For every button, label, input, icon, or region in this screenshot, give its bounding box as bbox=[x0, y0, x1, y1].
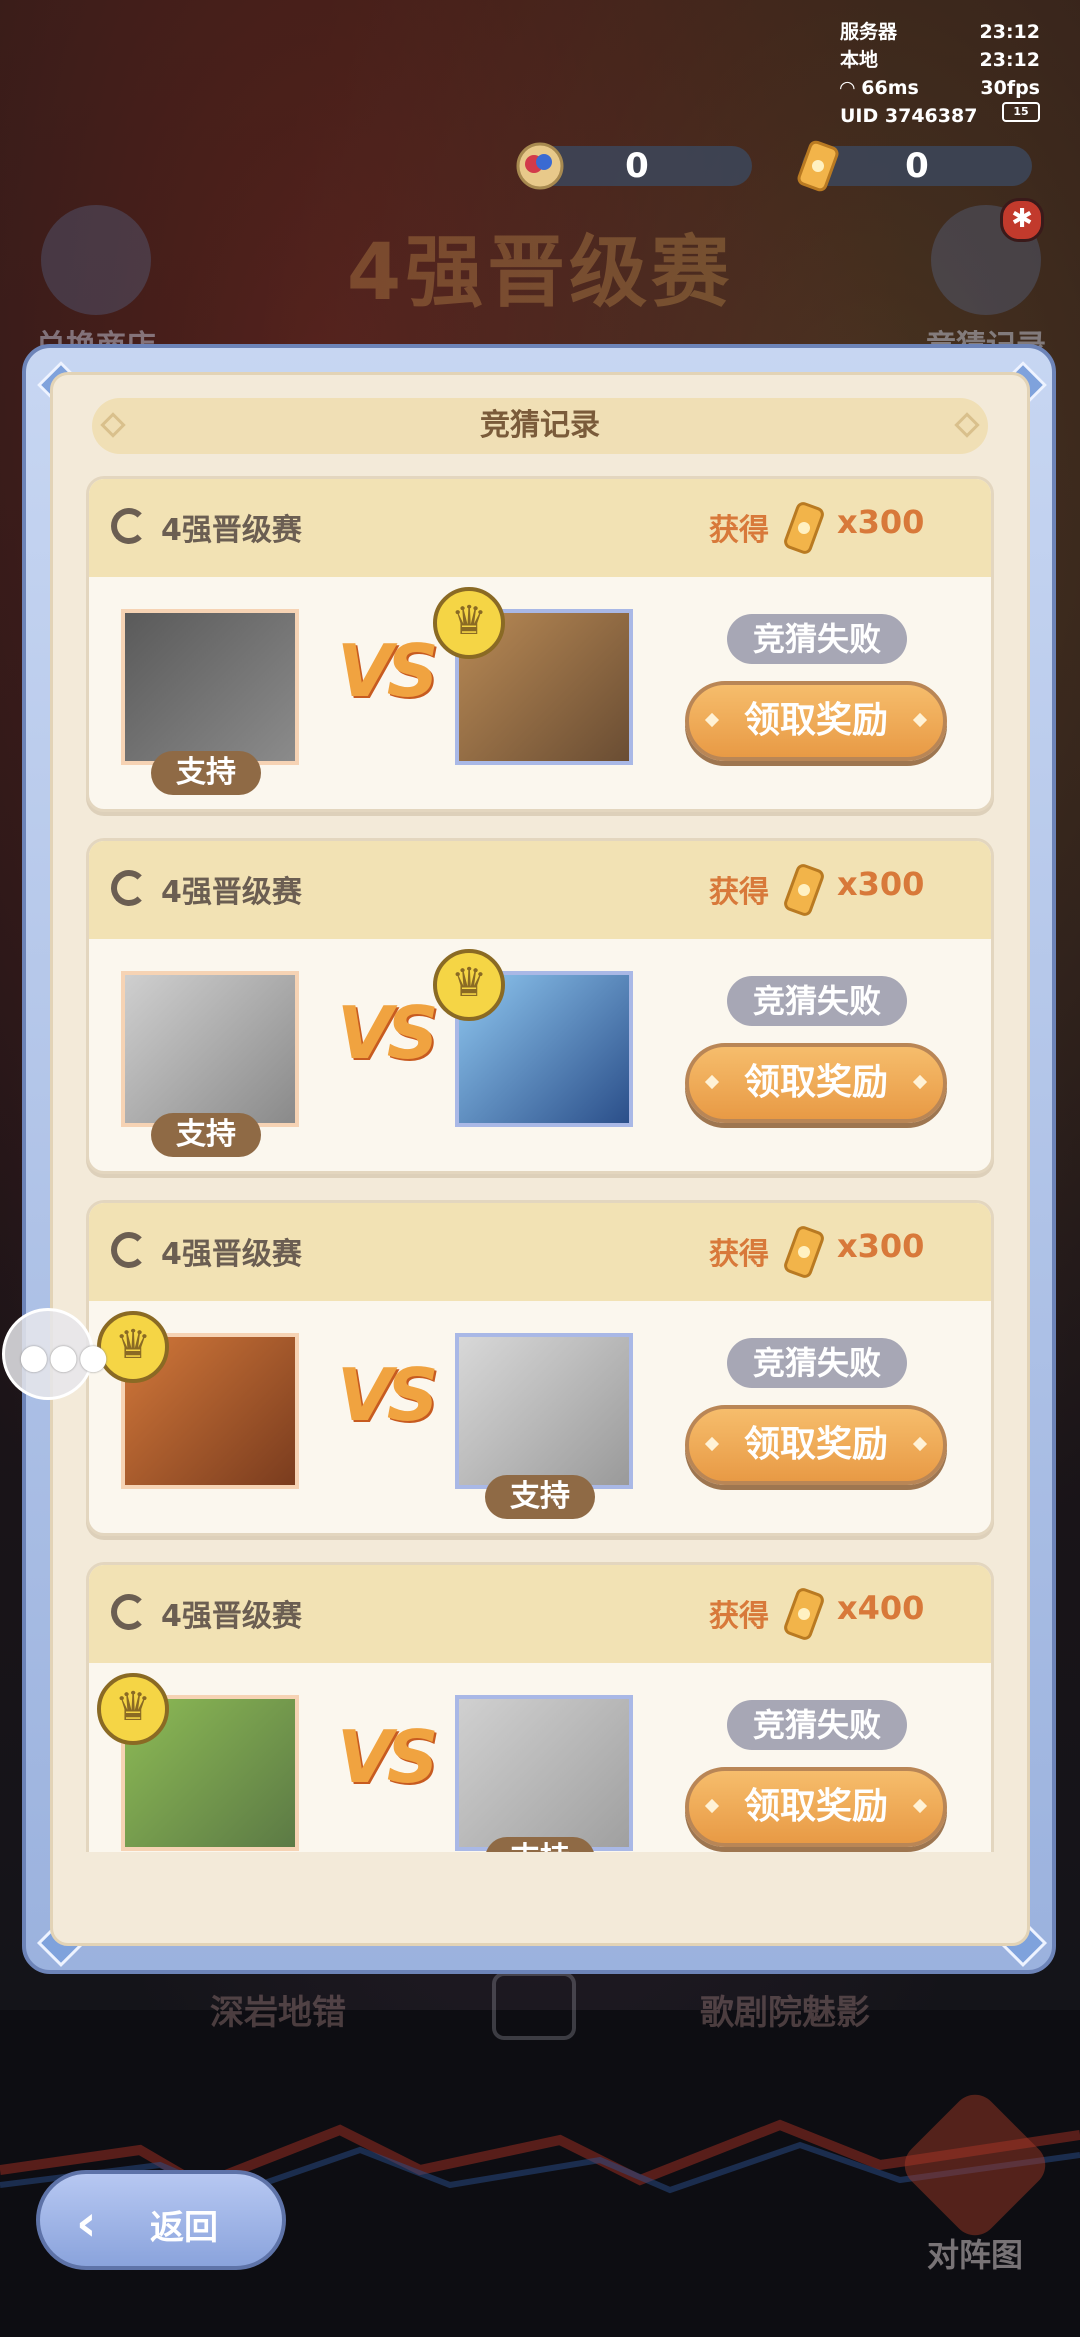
vs-icon: VS bbox=[337, 629, 439, 713]
back-label: 返回 bbox=[150, 2208, 218, 2248]
sparkle-icon bbox=[912, 1798, 928, 1814]
play-icon bbox=[492, 1972, 576, 2040]
panel-title: 竞猜记录 bbox=[480, 408, 600, 443]
status-overlay: 服务器 23:12 本地 23:12 ◠ 66ms 30fps UID 3746387… bbox=[840, 18, 1040, 130]
local-time: 23:12 bbox=[979, 49, 1040, 71]
ticket-icon bbox=[797, 140, 839, 192]
support-tag: 支持 bbox=[151, 1113, 261, 1157]
server-time: 23:12 bbox=[979, 21, 1040, 43]
gain-quantity: x400 bbox=[837, 1589, 925, 1627]
ticket-icon bbox=[784, 864, 824, 916]
ping-value: 66ms bbox=[861, 77, 919, 99]
bottom-left-faded-label: 深岩地错 bbox=[210, 1993, 346, 2033]
uid-label: UID 3746387 bbox=[840, 105, 978, 127]
ticket-icon bbox=[784, 1226, 824, 1278]
guess-result-badge: 竞猜失败 bbox=[727, 614, 907, 664]
medal-icon bbox=[111, 508, 147, 544]
claim-reward-label: 领取奖励 bbox=[743, 1786, 888, 1827]
support-tag: 支持 bbox=[485, 1837, 595, 1852]
record-list[interactable]: 4强晋级赛 获得 x300 VS 支持 ♛ 竞猜失败 领取奖励 4强晋级赛 获得 x300 VS 支持… bbox=[86, 476, 994, 1852]
record-card-header: 4强晋级赛 获得 x400 bbox=[89, 1565, 991, 1663]
server-label: 服务器 bbox=[840, 21, 898, 43]
left-contestant-portrait bbox=[121, 609, 299, 765]
record-card: 4强晋级赛 获得 x300 VS 支持 ♛ 竞猜失败领取奖励 bbox=[86, 476, 994, 812]
gain-label: 获得 bbox=[709, 1599, 769, 1634]
match-title: 4强晋级赛 bbox=[161, 1237, 302, 1272]
chat-button[interactable]: ●●● bbox=[2, 1308, 108, 1400]
vs-icon: VS bbox=[337, 1353, 439, 1437]
gem-currency-value: 0 bbox=[625, 146, 649, 186]
claim-reward-label: 领取奖励 bbox=[743, 1062, 888, 1103]
claim-reward-button[interactable]: 领取奖励 bbox=[685, 1767, 947, 1847]
back-arrow-icon: ‹ bbox=[76, 2194, 97, 2252]
ticket-icon bbox=[784, 1588, 824, 1640]
record-card-header: 4强晋级赛 获得 x300 bbox=[89, 1203, 991, 1301]
ticket-currency-value: 0 bbox=[905, 146, 929, 186]
guess-result-badge: 竞猜失败 bbox=[727, 976, 907, 1026]
record-card: 4强晋级赛 获得 x300 VS 支持 ♛ 竞猜失败领取奖励 bbox=[86, 838, 994, 1174]
vs-icon: VS bbox=[337, 1715, 439, 1799]
claim-reward-label: 领取奖励 bbox=[743, 700, 888, 741]
sparkle-icon bbox=[912, 1436, 928, 1452]
claim-reward-button[interactable]: 领取奖励 bbox=[685, 1405, 947, 1485]
gain-quantity: x300 bbox=[837, 865, 925, 903]
lineup-button[interactable]: 对阵图 bbox=[895, 2085, 1055, 2290]
gain-label: 获得 bbox=[709, 875, 769, 910]
fps-value: 30fps bbox=[980, 77, 1040, 99]
medal-icon bbox=[111, 1232, 147, 1268]
lineup-label: 对阵图 bbox=[926, 2236, 1023, 2274]
diamond-ornament-icon bbox=[954, 412, 980, 438]
gain-label: 获得 bbox=[709, 513, 769, 548]
winner-crown-icon: ♛ bbox=[433, 587, 505, 659]
sparkle-icon bbox=[912, 712, 928, 728]
event-title-faded: 4强晋级赛 bbox=[346, 228, 734, 318]
claim-reward-button[interactable]: 领取奖励 bbox=[685, 1043, 947, 1123]
guess-record-button[interactable]: 竞猜记录 bbox=[896, 205, 1076, 365]
support-tag: 支持 bbox=[485, 1475, 595, 1519]
bottom-right-faded-label: 歌剧院魅影 bbox=[700, 1993, 870, 2033]
ticket-icon bbox=[784, 502, 824, 554]
diamond-ornament-icon bbox=[100, 412, 126, 438]
record-card-header: 4强晋级赛 获得 x300 bbox=[89, 479, 991, 577]
medal-icon bbox=[111, 870, 147, 906]
chat-icon: ●●● bbox=[19, 1337, 109, 1377]
guess-result-badge: 竞猜失败 bbox=[727, 1338, 907, 1388]
record-card-header: 4强晋级赛 获得 x300 bbox=[89, 841, 991, 939]
vs-icon: VS bbox=[337, 991, 439, 1075]
medal-icon bbox=[111, 1594, 147, 1630]
gem-coin-icon bbox=[516, 142, 564, 190]
exchange-shop-button[interactable]: 兑换商店 bbox=[6, 205, 186, 365]
sparkle-icon bbox=[704, 1074, 720, 1090]
match-title: 4强晋级赛 bbox=[161, 875, 302, 910]
match-title: 4强晋级赛 bbox=[161, 513, 302, 548]
sparkle-icon bbox=[912, 1074, 928, 1090]
back-button[interactable]: ‹ 返回 bbox=[36, 2170, 286, 2270]
claim-reward-button[interactable]: 领取奖励 bbox=[685, 681, 947, 761]
gain-quantity: x300 bbox=[837, 503, 925, 541]
shop-icon bbox=[41, 205, 151, 315]
record-card: 4强晋级赛 获得 x300 VS 支持 ♛ 竞猜失败 领取奖励 bbox=[86, 1200, 994, 1536]
battery-icon: 15 bbox=[1002, 102, 1040, 122]
match-title: 4强晋级赛 bbox=[161, 1599, 302, 1634]
crossed-swords-icon bbox=[895, 2085, 1055, 2245]
sparkle-icon bbox=[704, 712, 720, 728]
winner-crown-icon: ♛ bbox=[97, 1673, 169, 1745]
wifi-icon: ◠ bbox=[840, 77, 855, 99]
support-tag: 支持 bbox=[151, 751, 261, 795]
claim-reward-label: 领取奖励 bbox=[743, 1424, 888, 1465]
right-contestant-portrait bbox=[455, 1333, 633, 1489]
winner-crown-icon: ♛ bbox=[433, 949, 505, 1021]
gain-quantity: x300 bbox=[837, 1227, 925, 1265]
record-card: 4强晋级赛 获得 x400 VS 支持 ♛ 竞猜失败领取奖励 bbox=[86, 1562, 994, 1852]
gain-label: 获得 bbox=[709, 1237, 769, 1272]
left-contestant-portrait bbox=[121, 971, 299, 1127]
right-contestant-portrait bbox=[455, 1695, 633, 1851]
notification-badge-icon: ✱ bbox=[1000, 198, 1044, 242]
sparkle-icon bbox=[704, 1798, 720, 1814]
guess-result-badge: 竞猜失败 bbox=[727, 1700, 907, 1750]
sparkle-icon bbox=[704, 1436, 720, 1452]
panel-title-bar: 竞猜记录 bbox=[92, 398, 988, 454]
local-label: 本地 bbox=[840, 49, 879, 71]
